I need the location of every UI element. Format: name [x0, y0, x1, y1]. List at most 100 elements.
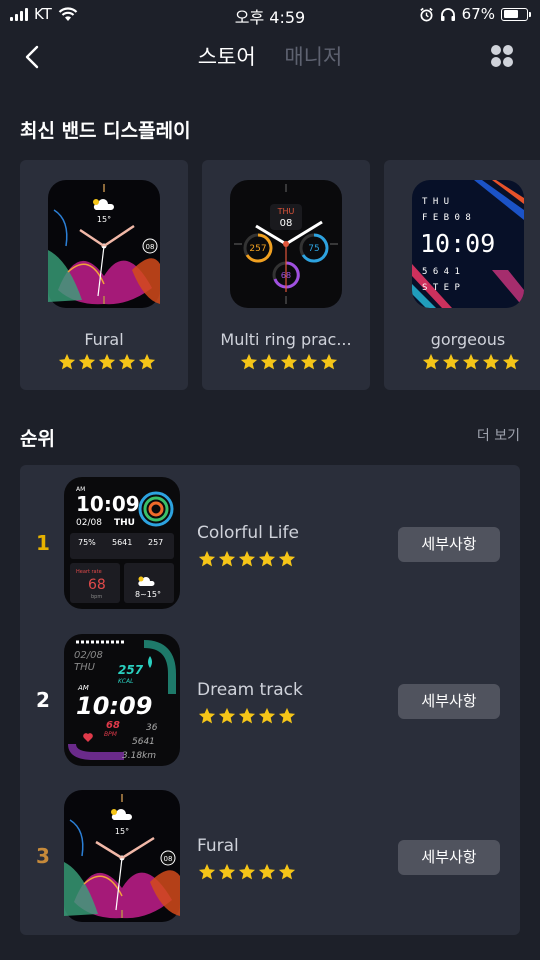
- featured-card[interactable]: T H U F E B 0 8 10:09 5 6 4 1 S T E P go…: [384, 160, 540, 390]
- star-icon: [300, 353, 318, 370]
- watch-face-dream-track: 02/08 THU 257 KCAL AM 10:09 68 BPM 36 56…: [64, 634, 180, 766]
- featured-card[interactable]: 15° 08 Fural: [20, 160, 188, 390]
- svg-text:15°: 15°: [97, 215, 111, 224]
- featured-name: gorgeous: [430, 330, 506, 349]
- featured-card[interactable]: THU 08 257 75 68 Multi ring prac...: [202, 160, 370, 390]
- svg-text:AM: AM: [77, 684, 89, 692]
- svg-text:10:09: 10:09: [76, 692, 152, 720]
- svg-text:THU: THU: [114, 518, 135, 528]
- svg-text:08: 08: [146, 243, 155, 251]
- rating-stars: [58, 353, 156, 371]
- svg-text:257: 257: [148, 538, 163, 547]
- star-icon: [198, 863, 216, 880]
- headphones-icon: [440, 7, 455, 21]
- star-icon: [78, 353, 96, 370]
- status-right: 67%: [419, 5, 531, 23]
- tab-bar: 스토어 매니저: [0, 41, 540, 71]
- svg-text:3.18km: 3.18km: [122, 751, 156, 761]
- details-button[interactable]: 세부사항: [398, 840, 500, 875]
- svg-text:8~15°: 8~15°: [135, 590, 161, 599]
- header: 스토어 매니저: [0, 30, 540, 84]
- featured-name: Multi ring prac...: [220, 330, 352, 349]
- svg-text:5641: 5641: [132, 737, 155, 747]
- details-button[interactable]: 세부사항: [398, 527, 500, 562]
- featured-name: Fural: [84, 330, 124, 349]
- watch-face-fural: 15° 08: [64, 790, 180, 922]
- svg-text:15°: 15°: [115, 827, 129, 836]
- details-button[interactable]: 세부사항: [398, 684, 500, 719]
- svg-text:bpm: bpm: [91, 594, 102, 600]
- svg-text:S T E P: S T E P: [422, 283, 461, 293]
- star-icon: [58, 353, 76, 370]
- svg-text:F E B 0 8: F E B 0 8: [422, 213, 471, 223]
- rank-number: 1: [36, 531, 50, 555]
- star-icon: [198, 550, 216, 567]
- svg-text:02/08: 02/08: [76, 518, 102, 528]
- watch-face-colorful-life: AM 10:09 02/08 THU 75% 5641 257 Heart ra…: [64, 477, 180, 609]
- rating-stars: [198, 707, 296, 725]
- star-icon: [260, 353, 278, 370]
- watch-face-fural: 15° 08: [48, 180, 160, 308]
- battery-percent: 67%: [461, 5, 495, 23]
- tab-store[interactable]: 스토어: [198, 45, 256, 69]
- rating-stars: [422, 353, 520, 371]
- rank-number: 2: [36, 688, 50, 712]
- svg-text:10:09: 10:09: [420, 229, 495, 258]
- svg-text:257: 257: [249, 244, 266, 254]
- svg-text:08: 08: [280, 218, 293, 229]
- star-icon: [320, 353, 338, 370]
- ranking-row[interactable]: 1 AM 10:09 02/08 THU 75% 5641 257 Heart …: [20, 465, 520, 609]
- ranking-section-title: 순위: [20, 428, 55, 450]
- svg-text:KCAL: KCAL: [118, 678, 133, 685]
- star-icon: [98, 353, 116, 370]
- ranking-row[interactable]: 2 02/08 THU 257 KCAL AM 10:09 68 BPM 36 …: [20, 622, 520, 766]
- star-icon: [240, 353, 258, 370]
- star-icon: [442, 353, 460, 370]
- star-icon: [422, 353, 440, 370]
- featured-carousel[interactable]: 15° 08 Fural THU 08 257 75 Multi ring pr…: [20, 160, 540, 390]
- svg-text:36: 36: [146, 723, 158, 733]
- ranking-name: Fural: [197, 836, 239, 856]
- alarm-icon: [420, 7, 433, 21]
- star-icon: [258, 550, 276, 567]
- svg-text:THU: THU: [74, 662, 96, 673]
- star-icon: [278, 550, 296, 567]
- featured-section-title: 최신 밴드 디스플레이: [20, 120, 191, 142]
- svg-text:5641: 5641: [112, 538, 132, 547]
- star-icon: [258, 707, 276, 724]
- more-link[interactable]: 더 보기: [477, 425, 520, 445]
- svg-text:Heart rate: Heart rate: [76, 569, 102, 575]
- svg-text:02/08: 02/08: [74, 650, 103, 661]
- star-icon: [238, 707, 256, 724]
- rating-stars: [198, 550, 296, 568]
- svg-text:08: 08: [164, 855, 173, 863]
- svg-text:68: 68: [106, 720, 120, 731]
- svg-text:10:09: 10:09: [76, 492, 140, 516]
- star-icon: [218, 863, 236, 880]
- rank-number: 3: [36, 844, 50, 868]
- ranking-list: 1 AM 10:09 02/08 THU 75% 5641 257 Heart …: [20, 465, 520, 935]
- star-icon: [118, 353, 136, 370]
- star-icon: [138, 353, 156, 370]
- star-icon: [238, 550, 256, 567]
- svg-text:5 6 4 1: 5 6 4 1: [422, 267, 460, 277]
- svg-text:75: 75: [308, 244, 319, 254]
- tab-manager[interactable]: 매니저: [284, 45, 342, 69]
- ranking-name: Colorful Life: [197, 523, 299, 543]
- grid-menu-icon[interactable]: [490, 44, 514, 68]
- star-icon: [462, 353, 480, 370]
- svg-text:T H U: T H U: [422, 197, 449, 207]
- star-icon: [218, 550, 236, 567]
- battery-icon: [501, 7, 531, 21]
- svg-text:68: 68: [88, 577, 106, 593]
- star-icon: [278, 863, 296, 880]
- star-icon: [280, 353, 298, 370]
- watch-face-multi-ring: THU 08 257 75 68: [230, 180, 342, 308]
- rating-stars: [240, 353, 338, 371]
- star-icon: [238, 863, 256, 880]
- svg-text:BPM: BPM: [104, 731, 118, 738]
- star-icon: [482, 353, 500, 370]
- star-icon: [218, 707, 236, 724]
- star-icon: [258, 863, 276, 880]
- ranking-row[interactable]: 3 15° 08 Fural 세부사항: [20, 778, 520, 922]
